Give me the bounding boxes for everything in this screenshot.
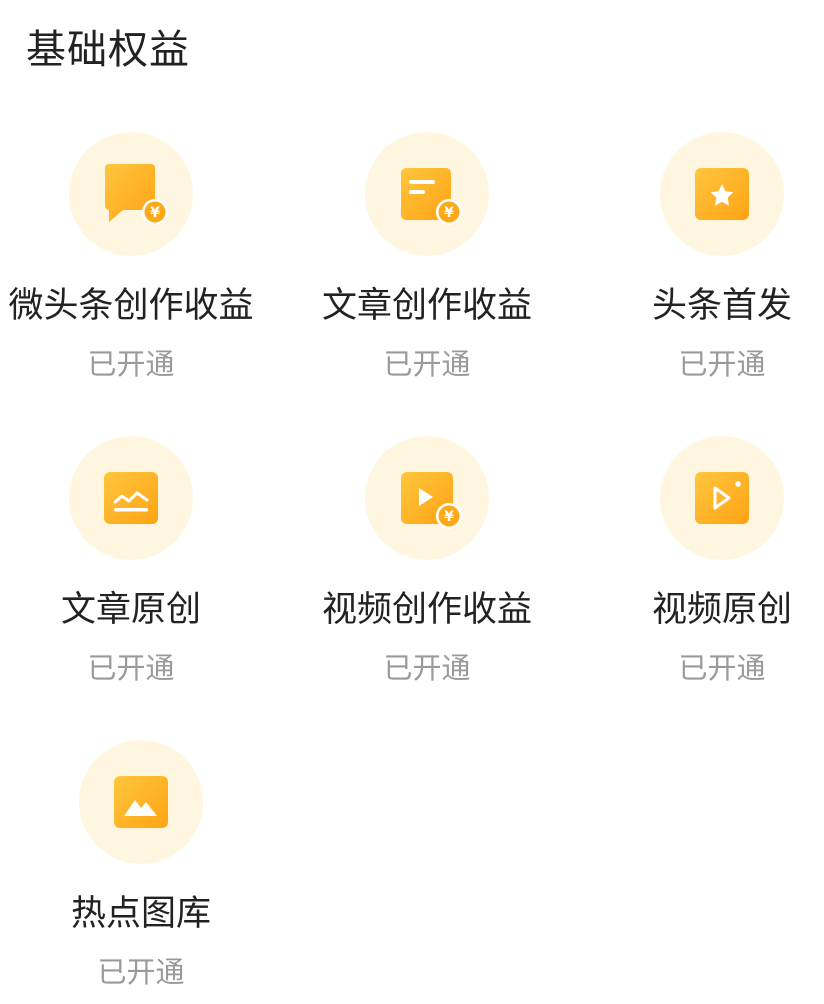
benefit-status: 已开通: [87, 347, 175, 381]
benefit-status: 已开通: [678, 347, 766, 381]
chat-bubble-yen-icon: ¥: [105, 164, 168, 225]
article-yen-icon: ¥: [401, 168, 462, 225]
star-icon: [695, 168, 749, 220]
benefit-icon-circle: ¥: [365, 436, 489, 560]
benefit-icon-circle: ¥: [69, 132, 193, 256]
benefit-name: 视频原创: [651, 590, 792, 630]
benefit-status: 已开通: [383, 347, 471, 381]
benefit-micro-headline-revenue[interactable]: ¥ 微头条创作收益 已开通: [0, 132, 276, 382]
mountain-image-icon: [114, 776, 168, 828]
benefit-status: 已开通: [97, 955, 185, 989]
benefit-name: 热点图库: [70, 894, 211, 934]
benefit-video-revenue[interactable]: ¥ 视频创作收益 已开通: [282, 436, 572, 686]
benefit-status: 已开通: [383, 651, 471, 685]
benefit-video-original[interactable]: 视频原创 已开通: [577, 436, 824, 686]
benefit-headline-first-release[interactable]: 头条首发 已开通: [577, 132, 824, 382]
benefit-article-revenue[interactable]: ¥ 文章创作收益 已开通: [282, 132, 572, 382]
benefit-name: 微头条创作收益: [8, 286, 254, 326]
svg-text:¥: ¥: [150, 205, 160, 221]
benefit-name: 文章原创: [60, 590, 201, 630]
benefit-icon-circle: [660, 132, 784, 256]
benefit-article-original[interactable]: 文章原创 已开通: [0, 436, 276, 686]
benefit-icon-circle: [660, 436, 784, 560]
benefit-icon-circle: [69, 436, 193, 560]
svg-text:¥: ¥: [444, 509, 454, 525]
benefit-status: 已开通: [678, 651, 766, 685]
benefit-name: 文章创作收益: [321, 286, 532, 326]
benefit-status: 已开通: [87, 651, 175, 685]
svg-text:¥: ¥: [444, 205, 454, 221]
benefit-icon-circle: ¥: [365, 132, 489, 256]
video-play-icon: [695, 472, 749, 524]
chart-line-icon: [104, 472, 158, 524]
benefit-icon-circle: [79, 740, 203, 864]
benefit-name: 视频创作收益: [321, 590, 532, 630]
benefit-name: 头条首发: [651, 286, 792, 326]
benefit-hot-image-library[interactable]: 热点图库 已开通: [0, 740, 286, 990]
video-yen-icon: ¥: [401, 472, 462, 529]
page-title: 基础权益: [26, 27, 190, 73]
